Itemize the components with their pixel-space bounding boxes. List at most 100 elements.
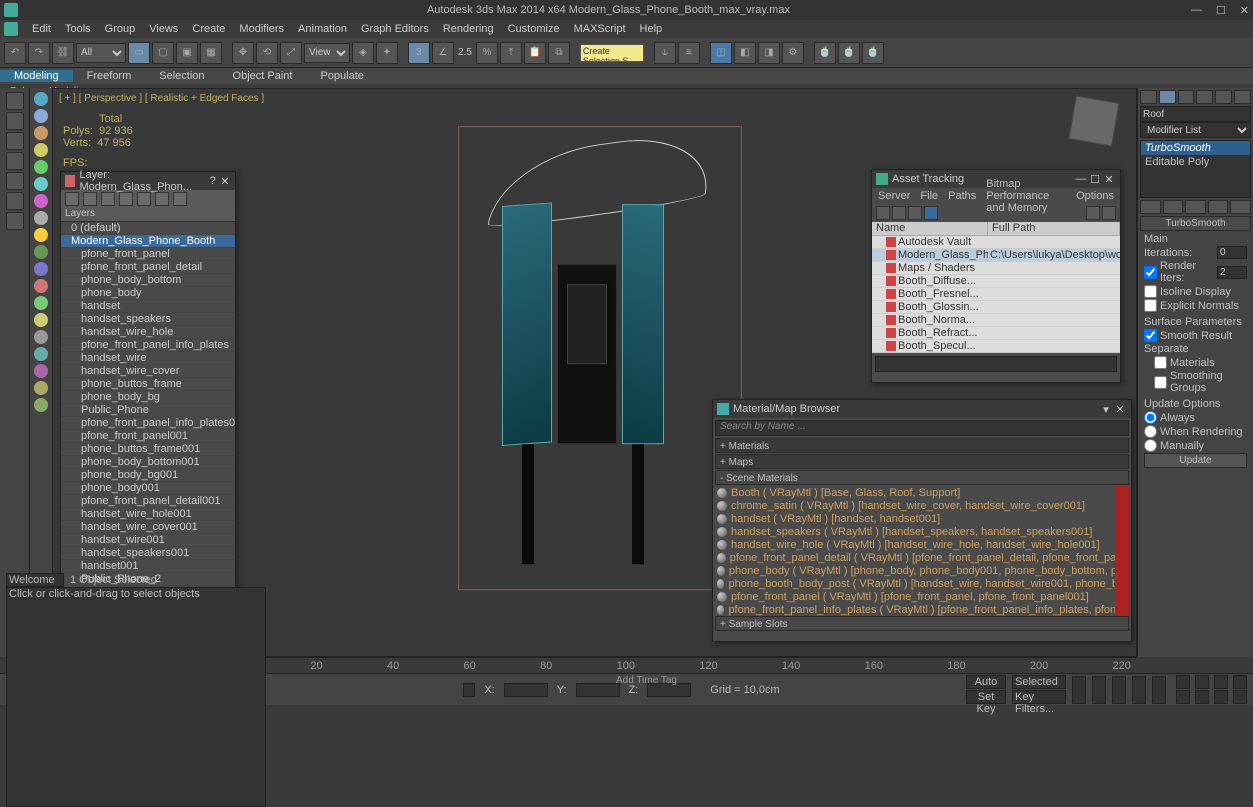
asset-min-button[interactable]: — xyxy=(1074,173,1088,185)
asset-tb-help[interactable] xyxy=(1086,206,1100,220)
material-list[interactable]: Booth ( VRayMtl ) [Base, Glass, Roof, Su… xyxy=(715,486,1129,616)
select-crossing-button[interactable]: ▦ xyxy=(200,42,222,64)
material-group-scene[interactable]: - Scene Materials xyxy=(715,470,1129,485)
cmd-motion-tab[interactable] xyxy=(1196,90,1213,104)
viewport-label[interactable]: [ + ] [ Perspective ] [ Realistic + Edge… xyxy=(59,93,264,104)
cone-icon[interactable] xyxy=(34,160,48,174)
explicit-normals-check[interactable] xyxy=(1144,299,1157,312)
layer-row[interactable]: handset_wire_hole001 xyxy=(61,508,235,521)
material-item[interactable]: phone_booth_body_post ( VRayMtl ) [hands… xyxy=(715,577,1129,590)
material-item[interactable]: handset_speakers ( VRayMtl ) [handset_sp… xyxy=(715,525,1129,538)
prim-7-icon[interactable] xyxy=(34,364,48,378)
minimize-button[interactable]: — xyxy=(1191,4,1202,17)
move-button[interactable]: ✥ xyxy=(232,42,254,64)
select-object-button[interactable]: ▭ xyxy=(128,42,150,64)
menu-bar[interactable]: Edit Tools Group Views Create Modifiers … xyxy=(0,20,1253,38)
asset-menu-file[interactable]: File xyxy=(920,190,938,202)
material-item[interactable]: handset_wire_hole ( VRayMtl ) [handset_w… xyxy=(715,538,1129,551)
sep-materials-check[interactable] xyxy=(1154,356,1167,369)
selection-filter-select[interactable]: All xyxy=(76,43,126,63)
update-always-radio[interactable] xyxy=(1144,411,1157,424)
align-button[interactable]: ⫝ xyxy=(654,42,676,64)
asset-row[interactable]: Booth_Refract... xyxy=(872,327,1120,340)
material-item[interactable]: pfone_front_panel ( VRayMtl ) [pfone_fro… xyxy=(715,590,1129,603)
curve-editor-button[interactable]: ◫ xyxy=(710,42,732,64)
asset-tb-1[interactable] xyxy=(876,206,890,220)
prim-6-icon[interactable] xyxy=(34,347,48,361)
material-options-button[interactable]: ▾ xyxy=(1099,403,1113,416)
layer-row[interactable]: pfone_front_panel001 xyxy=(61,430,235,443)
layer-freeze-button[interactable] xyxy=(173,192,187,206)
layer-row[interactable]: pfone_front_panel_detail xyxy=(61,261,235,274)
layer-select-button[interactable] xyxy=(119,192,133,206)
create-shape-icon[interactable] xyxy=(6,112,24,130)
layer-row[interactable]: phone_body_bottom xyxy=(61,274,235,287)
layer-highlight-button[interactable] xyxy=(137,192,151,206)
stack-turbosmooth[interactable]: TurboSmooth xyxy=(1141,141,1250,155)
stack-unique-button[interactable] xyxy=(1185,200,1206,214)
material-item[interactable]: handset ( VRayMtl ) [handset, handset001… xyxy=(715,512,1129,525)
cylinder-icon[interactable] xyxy=(34,143,48,157)
layer-row[interactable]: pfone_front_panel_detail001 xyxy=(61,495,235,508)
nav-zoom-button[interactable] xyxy=(1195,675,1209,689)
teapot-icon[interactable] xyxy=(34,228,48,242)
layer-add-button[interactable] xyxy=(101,192,115,206)
sphere-icon[interactable] xyxy=(34,92,48,106)
prim-8-icon[interactable] xyxy=(34,381,48,395)
tube-icon[interactable] xyxy=(34,194,48,208)
named-selection-input[interactable]: Create Selection S xyxy=(580,44,644,62)
nav-max-button[interactable] xyxy=(1233,690,1247,704)
asset-row[interactable]: Booth_Diffuse... xyxy=(872,275,1120,288)
redo-button[interactable]: ↷ xyxy=(28,42,50,64)
maxscript-mini[interactable]: Welcome to M xyxy=(6,573,64,587)
asset-tb-4[interactable] xyxy=(924,206,938,220)
asset-max-button[interactable]: ☐ xyxy=(1088,173,1102,186)
torus-icon[interactable] xyxy=(34,177,48,191)
asset-tb-3[interactable] xyxy=(908,206,922,220)
menu-views[interactable]: Views xyxy=(149,23,178,35)
layer-row[interactable]: phone_body_bottom001 xyxy=(61,456,235,469)
asset-row[interactable]: Booth_Fresnel... xyxy=(872,288,1120,301)
undo-button[interactable]: ↶ xyxy=(4,42,26,64)
cmd-hierarchy-tab[interactable] xyxy=(1178,90,1195,104)
prim-9-icon[interactable] xyxy=(34,398,48,412)
box-icon[interactable] xyxy=(34,126,48,140)
menu-tools[interactable]: Tools xyxy=(65,23,91,35)
nav-pan-button[interactable] xyxy=(1176,675,1190,689)
layer-row[interactable]: Modern_Glass_Phone_Booth xyxy=(61,235,235,248)
mirror-button[interactable]: ⧉ xyxy=(548,42,570,64)
prim-5-icon[interactable] xyxy=(34,330,48,344)
plane-icon[interactable] xyxy=(34,245,48,259)
keyfilters-button[interactable]: Key Filters... xyxy=(1012,690,1066,704)
link-button[interactable]: ⛓ xyxy=(52,42,74,64)
play-next-button[interactable] xyxy=(1132,676,1146,704)
manip-button[interactable]: ✦ xyxy=(376,42,398,64)
play-end-button[interactable] xyxy=(1152,676,1166,704)
create-system-icon[interactable] xyxy=(6,212,24,230)
layer-row[interactable]: handset_wire xyxy=(61,352,235,365)
layer-row[interactable]: handset_wire001 xyxy=(61,534,235,547)
stack-pin-button[interactable] xyxy=(1140,200,1161,214)
material-browser-panel[interactable]: Material/Map Browser ▾ ✕ Search by Name … xyxy=(712,399,1132,642)
asset-col-name[interactable]: Name xyxy=(872,222,988,235)
layers-button[interactable]: ≡ xyxy=(678,42,700,64)
render-frame-button[interactable]: 🍵 xyxy=(838,42,860,64)
layer-row[interactable]: pfone_front_panel xyxy=(61,248,235,261)
asset-row[interactable]: Booth_Specul... xyxy=(872,340,1120,353)
setkey-button[interactable]: Set Key xyxy=(966,690,1006,704)
layer-close-button[interactable]: ✕ xyxy=(219,175,231,188)
layer-row[interactable]: pfone_front_panel_info_plates xyxy=(61,339,235,352)
update-manual-radio[interactable] xyxy=(1144,439,1157,452)
material-search-input[interactable]: Search by Name ... xyxy=(715,420,1129,436)
asset-menu-paths[interactable]: Paths xyxy=(948,190,976,202)
material-group-sample[interactable]: + Sample Slots xyxy=(715,616,1129,631)
layer-row[interactable]: Public_Phone xyxy=(61,404,235,417)
menu-edit[interactable]: Edit xyxy=(32,23,51,35)
cmd-utilities-tab[interactable] xyxy=(1234,90,1251,104)
layer-row[interactable]: phone_buttos_frame xyxy=(61,378,235,391)
asset-tracking-panel[interactable]: Asset Tracking — ☐ ✕ Server File Paths B… xyxy=(871,169,1121,383)
ribbon-tab-populate[interactable]: Populate xyxy=(306,70,377,82)
layer-row[interactable]: phone_body_bg xyxy=(61,391,235,404)
asset-tb-refresh[interactable] xyxy=(1102,206,1116,220)
prim-3-icon[interactable] xyxy=(34,296,48,310)
